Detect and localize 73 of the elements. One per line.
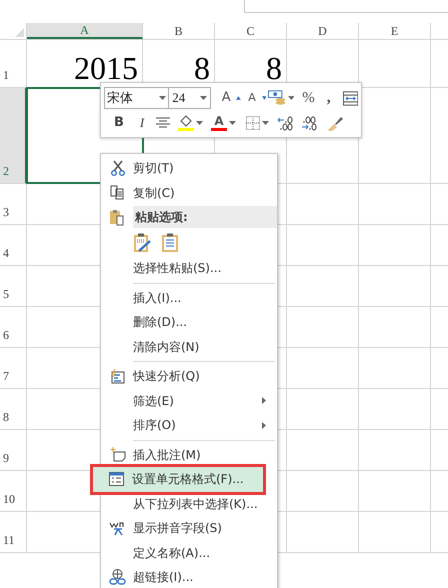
submenu-arrow-icon: [262, 397, 266, 404]
font-dropdown[interactable]: 宋体: [104, 87, 170, 109]
column-header[interactable]: D: [287, 23, 359, 39]
borders-icon[interactable]: [246, 116, 260, 130]
row-header[interactable]: 8: [0, 389, 27, 429]
scissors-icon: [110, 160, 124, 176]
paste-icon[interactable]: [161, 232, 179, 252]
phonetic-icon: [108, 520, 126, 536]
caret-icon[interactable]: [288, 96, 294, 100]
menu-item[interactable]: 删除(D)...: [102, 310, 276, 334]
row-header[interactable]: 4: [0, 225, 27, 265]
menu-item[interactable]: 插入批注(M): [102, 442, 276, 467]
copy-icon: [110, 185, 125, 200]
increase-decimal-icon[interactable]: [277, 116, 293, 130]
column-header[interactable]: B: [143, 23, 215, 39]
column-width-icon[interactable]: [342, 90, 358, 106]
caret-icon[interactable]: [229, 121, 236, 125]
menu-item[interactable]: 剪切(T): [102, 156, 276, 180]
menu-item[interactable]: 定义名称(A)...: [102, 540, 276, 565]
menu-item[interactable]: 插入(I)...: [102, 286, 276, 310]
font-size-dropdown[interactable]: 24: [169, 87, 211, 109]
font-color-button[interactable]: A: [211, 115, 227, 131]
column-header[interactable]: A: [27, 23, 143, 39]
row-header[interactable]: 2: [0, 88, 27, 183]
row-header[interactable]: 10: [0, 471, 27, 511]
grow-font-button[interactable]: A: [216, 88, 236, 108]
caret-icon[interactable]: [196, 121, 203, 125]
row-header[interactable]: 6: [0, 307, 27, 347]
shrink-font-button[interactable]: A: [242, 90, 262, 106]
quick-analysis-icon: [110, 368, 125, 384]
note-icon: [110, 447, 126, 462]
comma-button[interactable]: ,: [326, 86, 331, 110]
menu-item[interactable]: 快速分析(Q): [102, 364, 276, 388]
formula-field[interactable]: [244, 0, 448, 13]
column-header[interactable]: E: [359, 23, 431, 39]
paste-format-icon[interactable]: [133, 232, 151, 252]
italic-button[interactable]: I: [134, 113, 150, 133]
menu-item[interactable]: 从下拉列表中选择(K)...: [102, 492, 276, 516]
menu-item[interactable]: 超链接(I)...: [102, 565, 276, 588]
fill-color-icon[interactable]: [178, 115, 194, 131]
up-triangle-icon: [236, 96, 241, 100]
format-cells-icon: [109, 472, 124, 486]
decrease-decimal-icon[interactable]: [301, 116, 317, 130]
caret-icon[interactable]: [200, 96, 207, 100]
submenu-arrow-icon: [262, 422, 266, 429]
format-painter-icon[interactable]: [327, 116, 344, 130]
menu-item[interactable]: 复制(C): [102, 180, 276, 205]
row-header[interactable]: 5: [0, 266, 27, 306]
row-header[interactable]: 1: [0, 40, 27, 87]
down-triangle-icon: [262, 96, 266, 100]
hyperlink-icon: [109, 569, 126, 586]
cell-value: 2015: [74, 49, 138, 87]
menu-item[interactable]: 显示拼音字段(S): [102, 516, 276, 540]
align-center-icon[interactable]: [156, 117, 170, 129]
accounting-icon[interactable]: [268, 90, 288, 106]
menu-item[interactable]: 筛选(E): [102, 388, 276, 413]
row-header[interactable]: 7: [0, 348, 27, 388]
cell-value: 8: [266, 49, 282, 87]
column-header[interactable]: C: [215, 23, 287, 39]
caret-icon[interactable]: [159, 96, 166, 100]
cell-value: 8: [194, 49, 210, 87]
row-header[interactable]: 11: [0, 512, 27, 552]
bold-button[interactable]: B: [110, 113, 128, 133]
percent-button[interactable]: %: [302, 86, 315, 110]
clipboard-icon: [109, 208, 125, 226]
menu-item[interactable]: 清除内容(N): [102, 334, 276, 359]
menu-item[interactable]: 设置单元格格式(F)...: [93, 467, 263, 492]
caret-icon[interactable]: [262, 121, 269, 125]
row-header[interactable]: 9: [0, 430, 27, 470]
menu-item[interactable]: 排序(O): [102, 413, 276, 438]
menu-item[interactable]: 选择性粘贴(S)...: [102, 256, 276, 280]
row-header[interactable]: 3: [0, 184, 27, 224]
paste-options-header: 粘贴选项:: [133, 206, 277, 228]
